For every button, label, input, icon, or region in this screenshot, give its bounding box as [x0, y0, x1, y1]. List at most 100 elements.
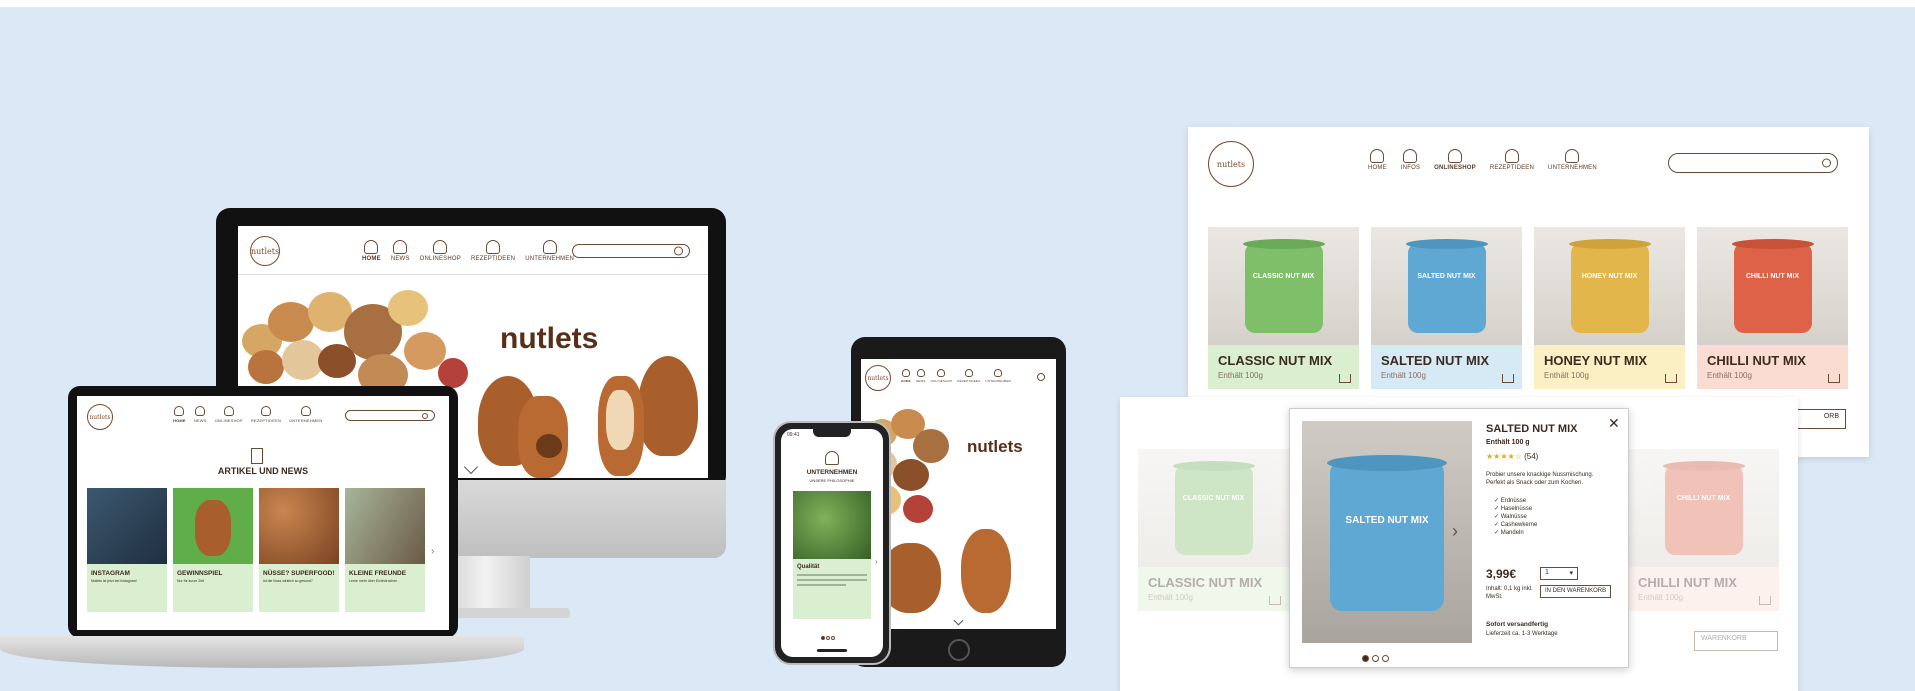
nav-unternehmen[interactable]: UNTERNEHMEN — [986, 369, 1012, 383]
bag-icon — [433, 240, 448, 254]
product-image: SALTED NUT MIX — [1371, 227, 1522, 345]
bowl-icon — [1504, 149, 1519, 163]
news-icon — [195, 406, 206, 416]
search-input[interactable] — [345, 410, 435, 421]
main-nav: HOME INFOS ONLINESHOP REZEPTIDEEN UNTERN… — [1368, 149, 1597, 171]
news-icon — [251, 448, 263, 464]
cart-icon[interactable] — [1828, 374, 1840, 383]
ingredient-item: ✓ Walnüsse — [1494, 514, 1527, 521]
modal-subtitle: Enthält 100 g — [1486, 439, 1530, 446]
cart-icon[interactable] — [1269, 596, 1281, 605]
product-image: CLASSIC NUT MIX — [1208, 227, 1359, 345]
nav-home[interactable]: HOME — [362, 240, 381, 262]
product-card[interactable]: SALTED NUT MIX SALTED NUT MIX Enthält 100… — [1371, 227, 1522, 389]
news-tile-instagram[interactable]: INSTAGRAM Nutlets ist jetzt bei Instagram… — [87, 488, 167, 612]
scroll-down-icon[interactable] — [953, 615, 964, 626]
search-icon — [674, 246, 683, 256]
news-tile-kleine-freunde[interactable]: KLEINE FREUNDE Lerne mehr über Eichhörnch… — [345, 488, 425, 612]
modal-title: SALTED NUT MIX — [1486, 423, 1578, 435]
phone-screen: 09:41 UNTERNEHMEN UNSERE PHILOSOPHIE Qua… — [781, 429, 883, 657]
product-card[interactable]: CLASSIC NUT MIX CLASSIC NUT MIX Enthält 1… — [1138, 449, 1289, 611]
cart-icon[interactable] — [1665, 374, 1677, 383]
product-info: Inhalt: 0,1 kg inkl. MwSt. — [1486, 586, 1533, 601]
close-icon[interactable]: ✕ — [1608, 415, 1620, 432]
nav-onlineshop[interactable]: ONLINESHOP — [420, 240, 461, 262]
image-next-icon[interactable]: › — [1452, 521, 1458, 542]
person-icon — [542, 240, 557, 254]
bag-icon — [1447, 149, 1462, 163]
nav-onlineshop[interactable]: ONLINESHOP — [215, 406, 243, 423]
nav-rezeptideen[interactable]: REZEPTIDEEN — [251, 406, 281, 423]
brand-logo[interactable]: nutlets — [250, 236, 280, 266]
search-icon[interactable] — [1037, 373, 1045, 381]
price: 3,99€ — [1486, 567, 1517, 581]
squirrel-illustration — [478, 376, 578, 478]
product-image: SALTED NUT MIX — [1302, 421, 1472, 643]
cart-icon[interactable] — [1502, 374, 1514, 383]
news-tile-superfood[interactable]: NÜSSE? SUPERFOOD! Ist die Nuss wirklich s… — [259, 488, 339, 612]
image-dot[interactable] — [1382, 655, 1389, 662]
nav-unternehmen[interactable]: UNTERNEHMEN — [525, 240, 574, 262]
brand-logo[interactable]: nutlets — [865, 365, 891, 391]
brand-logo[interactable]: nutlets — [87, 404, 113, 430]
product-card[interactable]: CLASSIC NUT MIX CLASSIC NUT MIX Enthält 1… — [1208, 227, 1359, 389]
nav-home[interactable]: HOME — [901, 369, 911, 383]
cart-button[interactable]: ORB — [1790, 409, 1846, 429]
product-card[interactable]: CHILLI NUT MIX CHILLI NUT MIX Enthält 100… — [1697, 227, 1848, 389]
squirrel-illustration-2 — [588, 356, 698, 478]
smartphone: 09:41 UNTERNEHMEN UNSERE PHILOSOPHIE Qua… — [773, 421, 891, 665]
nav-home[interactable]: HOME — [1368, 149, 1387, 171]
nav-onlineshop[interactable]: ONLINESHOP — [931, 369, 953, 383]
product-image: HONEY NUT MIX — [1534, 227, 1685, 345]
carousel-dot[interactable] — [821, 636, 825, 640]
nav-rezeptideen[interactable]: REZEPTIDEEN — [957, 369, 980, 383]
nav-rezeptideen[interactable]: REZEPTIDEEN — [471, 240, 515, 262]
main-nav: HOME NEWS ONLINESHOP REZEPTIDEEN UNTERNE… — [173, 406, 322, 423]
image-dots — [1362, 649, 1392, 667]
page-heading: UNTERNEHMEN — [806, 469, 858, 476]
scroll-down-icon[interactable] — [463, 459, 479, 475]
info-card[interactable]: Qualität — [793, 491, 871, 619]
nav-onlineshop[interactable]: ONLINESHOP — [1434, 149, 1476, 171]
tablet-home-button[interactable] — [948, 639, 970, 661]
product-card[interactable]: CHILLI NUT MIX CHILLI NUT MIX Enthält 100… — [1628, 449, 1779, 611]
top-band — [0, 0, 1915, 7]
search-input[interactable] — [572, 244, 690, 258]
carousel-dots — [821, 627, 838, 645]
image-dot[interactable] — [1372, 655, 1379, 662]
carousel-dot[interactable] — [831, 636, 835, 640]
product-card[interactable]: HONEY NUT MIX HONEY NUT MIX Enthält 100g — [1534, 227, 1685, 389]
news-icon — [393, 240, 408, 254]
product-modal: SALTED NUT MIX › ✕ SALTED NUT MIX Enthäl… — [1289, 408, 1629, 668]
nav-news[interactable]: NEWS — [391, 240, 410, 262]
cart-icon[interactable] — [1339, 374, 1351, 383]
shipping-title: Sofort versandfertig — [1486, 621, 1549, 628]
hero-brand-title: nutlets — [500, 322, 599, 355]
tile-image — [87, 488, 167, 564]
nav-news[interactable]: NEWS — [916, 369, 926, 383]
bowl-icon — [964, 369, 973, 377]
news-tile-gewinnspiel[interactable]: GEWINNSPIEL Nur für kurze Zeit — [173, 488, 253, 612]
nav-infos[interactable]: INFOS — [1401, 149, 1420, 171]
nav-news[interactable]: NEWS — [194, 406, 207, 423]
bag-icon — [223, 406, 234, 416]
carousel-dot[interactable] — [826, 636, 830, 640]
add-to-cart-button[interactable]: IN DEN WARENKORB — [1540, 585, 1612, 598]
carousel-next-icon[interactable]: › — [431, 546, 434, 557]
nav-unternehmen[interactable]: UNTERNEHMEN — [289, 406, 322, 423]
rating: ★★★★☆ (54) — [1486, 452, 1539, 461]
brand-logo[interactable]: nutlets — [1208, 141, 1254, 187]
search-input[interactable] — [1668, 153, 1838, 173]
nav-rezeptideen[interactable]: REZEPTIDEEN — [1490, 149, 1534, 171]
carousel-next-icon[interactable]: › — [875, 557, 878, 566]
nav-home[interactable]: HOME — [173, 406, 186, 423]
cart-button[interactable]: WARENKORB — [1694, 631, 1778, 651]
person-icon — [300, 406, 311, 416]
nav-unternehmen[interactable]: UNTERNEHMEN — [1548, 149, 1597, 171]
ingredient-item: ✓ Cashewkerne — [1494, 522, 1538, 529]
image-dot[interactable] — [1362, 655, 1369, 662]
cart-icon[interactable] — [1759, 596, 1771, 605]
status-time: 09:41 — [787, 432, 800, 438]
quantity-select[interactable]: 1 ▾ — [1540, 567, 1578, 580]
walnut-tree-image — [793, 491, 871, 559]
